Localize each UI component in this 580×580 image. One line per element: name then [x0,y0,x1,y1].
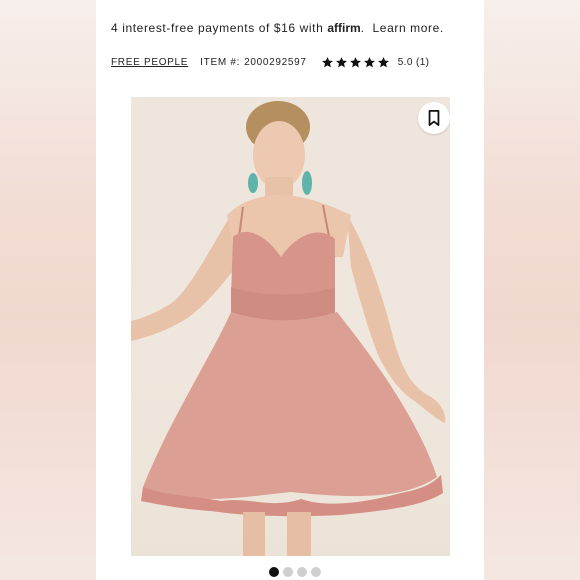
item-number: 2000292597 [244,56,307,68]
star-icon [363,56,376,69]
background-blur-left [0,0,96,580]
star-icon [349,56,362,69]
star-icon [377,56,390,69]
gallery-dot-2[interactable] [283,567,293,577]
star-icon [321,56,334,69]
gallery-dot-4[interactable] [311,567,321,577]
rating-text[interactable]: 5.0 (1) [398,57,430,68]
payment-text: 4 interest-free payments of $16 with [111,21,324,35]
brand-link[interactable]: FREE PEOPLE [111,57,188,68]
save-bookmark-button[interactable] [418,102,450,134]
product-image[interactable] [131,97,450,556]
dress-photo [131,101,446,556]
product-meta: FREE PEOPLE ITEM #: 2000292597 5.0 (1) [111,54,429,70]
payment-info: 4 interest-free payments of $16 with aff… [111,21,444,35]
payment-suffix: . [360,21,365,35]
gallery-dot-3[interactable] [297,567,307,577]
gallery-pagination [269,567,321,577]
gallery-dot-1[interactable] [269,567,279,577]
learn-more-link[interactable]: Learn more. [373,21,444,35]
product-panel: 4 interest-free payments of $16 with aff… [96,0,484,580]
background-blur-right [484,0,580,580]
item-number-label: ITEM #: [200,56,241,68]
rating-stars[interactable] [321,56,390,69]
bookmark-icon [428,110,440,126]
star-icon [335,56,348,69]
affirm-logo: affirm [327,21,361,35]
